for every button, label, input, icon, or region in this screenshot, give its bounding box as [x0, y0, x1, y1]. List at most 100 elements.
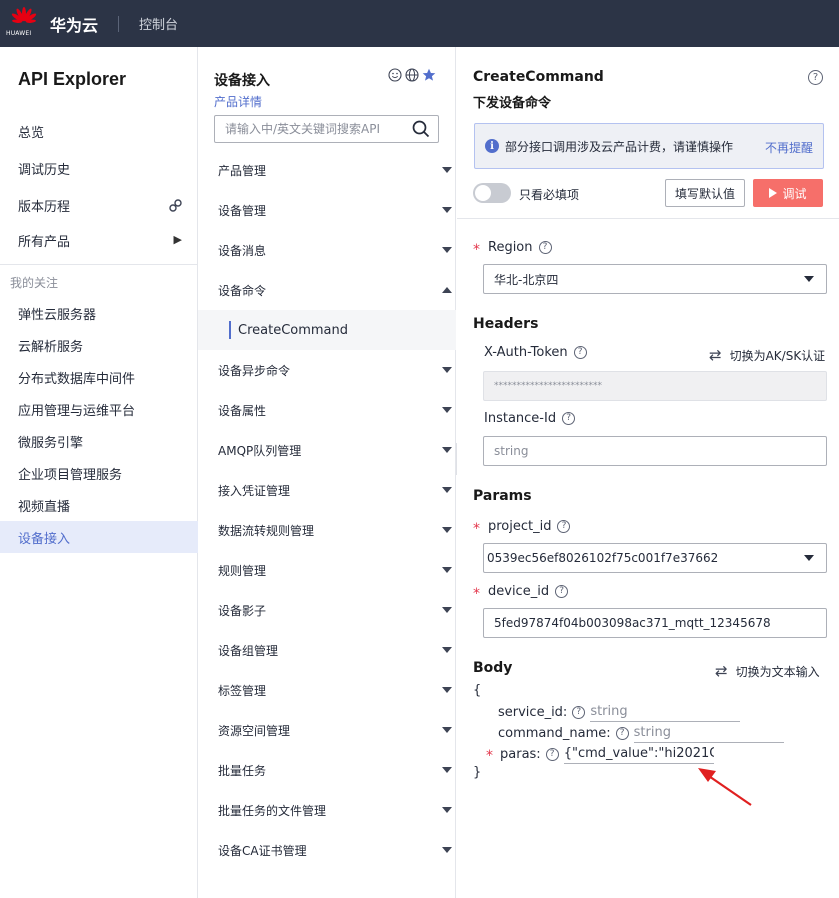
- nav-item-versions[interactable]: 版本历程: [0, 189, 198, 221]
- auth-label: X-Auth-Token: [484, 345, 568, 360]
- category-label: 接入凭证管理: [218, 483, 291, 498]
- category-data-forwarding[interactable]: 数据流转规则管理: [198, 510, 456, 550]
- nav-item-overview[interactable]: 总览: [0, 115, 198, 147]
- star-favorite-icon[interactable]: [422, 68, 436, 82]
- command-name-input[interactable]: [633, 723, 784, 743]
- product-detail-link[interactable]: 产品详情: [214, 93, 262, 110]
- search-icon[interactable]: [412, 120, 430, 138]
- device-id-input[interactable]: [483, 608, 827, 638]
- category-label: 设备消息: [218, 243, 267, 258]
- category-device-command[interactable]: 设备命令: [198, 270, 456, 310]
- swap-icon: ⇄: [715, 662, 728, 680]
- category-batch-task[interactable]: 批量任务: [198, 750, 456, 790]
- service-id-input[interactable]: [590, 702, 741, 722]
- switch-aksk-link[interactable]: ⇄ 切换为AK/SK认证: [709, 346, 825, 364]
- instance-label: Instance-Id: [484, 411, 557, 426]
- region-label-row: * Region ?: [473, 239, 552, 258]
- paras-input[interactable]: [563, 744, 714, 764]
- project-label-row: * project_id ?: [473, 518, 571, 537]
- nav-item-all-products[interactable]: 所有产品 ▶: [0, 224, 198, 256]
- fav-item-live[interactable]: 视频直播: [0, 489, 198, 521]
- category-label: 设备CA证书管理: [218, 843, 307, 858]
- category-label: 设备影子: [218, 603, 267, 618]
- fav-item-ddm[interactable]: 分布式数据库中间件: [0, 361, 198, 393]
- fav-item-label: 应用管理与运维平台: [18, 403, 136, 419]
- console-link[interactable]: 控制台: [139, 14, 178, 33]
- fav-item-dns[interactable]: 云解析服务: [0, 329, 198, 361]
- help-icon[interactable]: ?: [562, 412, 576, 425]
- fav-item-label: 云解析服务: [18, 339, 84, 355]
- category-label: 产品管理: [218, 163, 267, 178]
- required-asterisk: *: [473, 586, 480, 602]
- project-id-select[interactable]: 0539ec56ef8026102f75c001f7e37662: [483, 543, 827, 573]
- fav-item-eps[interactable]: 企业项目管理服务: [0, 457, 198, 489]
- category-product-mgmt[interactable]: 产品管理: [198, 150, 456, 190]
- category-device-group[interactable]: 设备组管理: [198, 630, 456, 670]
- api-name: CreateCommand: [473, 69, 604, 85]
- fav-item-ecs[interactable]: 弹性云服务器: [0, 297, 198, 329]
- brand-text: HUAWEI: [6, 30, 32, 37]
- help-icon[interactable]: ?: [573, 346, 587, 359]
- switch-text-input-link[interactable]: ⇄ 切换为文本输入: [715, 662, 820, 680]
- caret-down-icon: [442, 247, 452, 253]
- nav-item-label: 总览: [18, 125, 45, 141]
- caret-down-icon: [442, 727, 452, 733]
- caret-up-icon: [442, 287, 452, 293]
- nav-item-history[interactable]: 调试历史: [0, 152, 198, 184]
- instance-id-input[interactable]: [483, 436, 827, 466]
- fav-item-servicestage[interactable]: 应用管理与运维平台: [0, 393, 198, 425]
- debug-button[interactable]: 调试: [753, 179, 823, 207]
- left-nav: API Explorer 总览 调试历史 版本历程 所有产品 ▶ 我的关注 弹性…: [0, 47, 198, 898]
- headers-title: Headers: [473, 316, 539, 332]
- fill-default-button[interactable]: 填写默认值: [665, 179, 745, 207]
- billing-notice: i 部分接口调用涉及云产品计费，请谨慎操作 不再提醒: [474, 123, 824, 169]
- required-asterisk: *: [486, 748, 493, 764]
- category-rule-mgmt[interactable]: 规则管理: [198, 550, 456, 590]
- smile-feedback-icon[interactable]: [388, 68, 402, 82]
- fav-item-label: 企业项目管理服务: [18, 467, 123, 483]
- help-icon[interactable]: ?: [538, 240, 552, 254]
- info-icon: i: [485, 139, 499, 153]
- huawei-logo[interactable]: HUAWEI: [0, 0, 48, 47]
- api-item-createcommand[interactable]: CreateCommand: [198, 310, 456, 350]
- category-access-credential[interactable]: 接入凭证管理: [198, 470, 456, 510]
- category-tag-mgmt[interactable]: 标签管理: [198, 670, 456, 710]
- api-item-label: CreateCommand: [238, 322, 349, 338]
- api-debug-panel: CreateCommand 下发设备命令 ? i 部分接口调用涉及云产品计费，请…: [457, 47, 839, 898]
- fav-item-label: 视频直播: [18, 499, 71, 515]
- category-label: 设备命令: [218, 283, 267, 298]
- category-async-command[interactable]: 设备异步命令: [198, 350, 456, 390]
- category-ca-cert[interactable]: 设备CA证书管理: [198, 830, 456, 870]
- help-icon[interactable]: ?: [555, 584, 569, 598]
- category-device-mgmt[interactable]: 设备管理: [198, 190, 456, 230]
- debug-button-label: 调试: [782, 186, 807, 201]
- category-label: AMQP队列管理: [218, 443, 302, 458]
- category-device-property[interactable]: 设备属性: [198, 390, 456, 430]
- cloud-name[interactable]: 华为云: [50, 12, 98, 36]
- caret-down-icon: [442, 767, 452, 773]
- category-amqp-queue[interactable]: AMQP队列管理: [198, 430, 456, 470]
- help-icon[interactable]: ?: [545, 747, 559, 761]
- category-batch-task-files[interactable]: 批量任务的文件管理: [198, 790, 456, 830]
- dismiss-notice-link[interactable]: 不再提醒: [765, 139, 813, 156]
- nav-item-label: 调试历史: [18, 162, 71, 178]
- panel-divider: [457, 218, 839, 219]
- region-select[interactable]: 华北-北京四: [483, 264, 827, 294]
- help-icon[interactable]: ?: [808, 70, 823, 85]
- category-label: 标签管理: [218, 683, 267, 698]
- category-device-shadow[interactable]: 设备影子: [198, 590, 456, 630]
- globe-icon[interactable]: [405, 68, 419, 82]
- fav-item-iotda[interactable]: 设备接入: [0, 521, 198, 553]
- help-icon[interactable]: ?: [557, 519, 571, 533]
- fav-item-cse[interactable]: 微服务引擎: [0, 425, 198, 457]
- huawei-petals-icon: [11, 7, 37, 23]
- category-device-message[interactable]: 设备消息: [198, 230, 456, 270]
- api-search-input[interactable]: [214, 115, 439, 143]
- help-icon[interactable]: ?: [615, 726, 629, 740]
- category-resource-space[interactable]: 资源空间管理: [198, 710, 456, 750]
- caret-down-icon: [442, 447, 452, 453]
- help-icon[interactable]: ?: [572, 705, 586, 719]
- category-label: 数据流转规则管理: [218, 523, 315, 538]
- top-separator: [118, 15, 120, 32]
- required-only-toggle[interactable]: [473, 183, 511, 203]
